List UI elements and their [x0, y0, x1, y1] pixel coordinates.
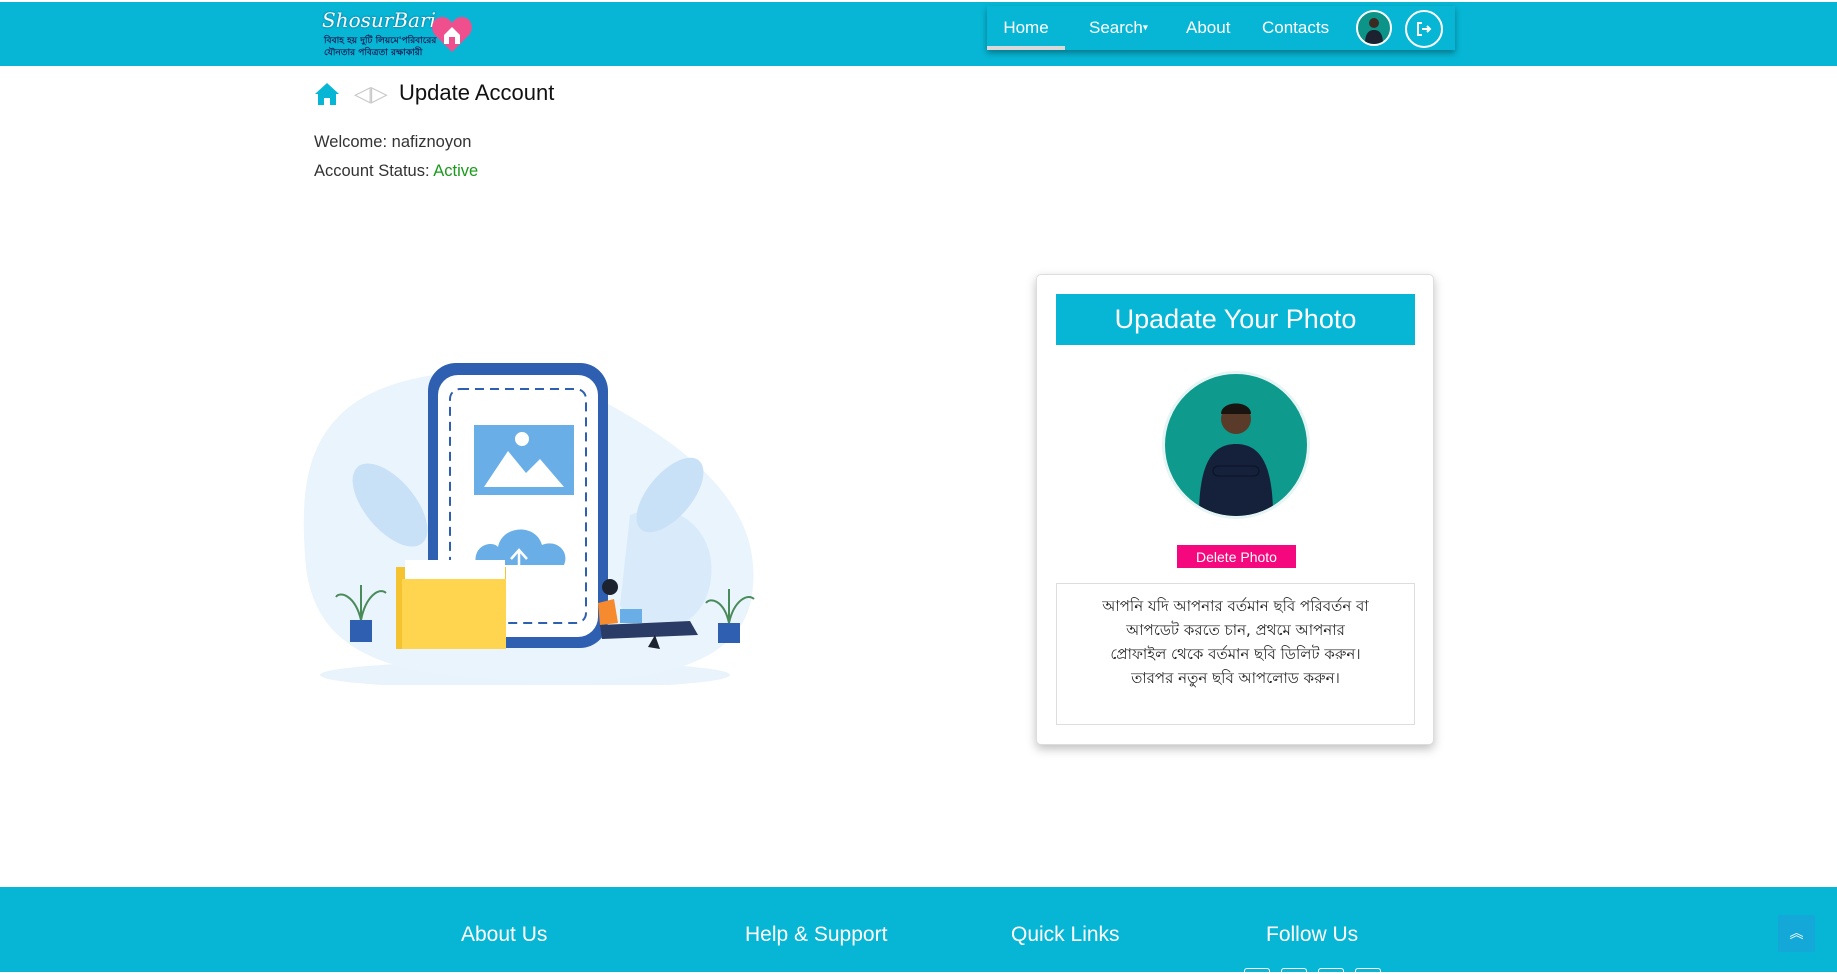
footer-heading-quick-links: Quick Links: [1011, 923, 1120, 946]
nav-search-label: Search: [1089, 18, 1143, 37]
nav-home[interactable]: Home: [987, 6, 1065, 50]
social-icon-2[interactable]: [1281, 968, 1307, 974]
top-navbar: ShosurBari বিবাহ হয় দুটি লিয়মে'পরিবারে…: [0, 2, 1837, 66]
logo-tagline-line2: যৌনতার পবিত্রতা রক্ষাকারী: [324, 48, 423, 58]
social-icon-3[interactable]: [1318, 968, 1344, 974]
footer-heading-about: About Us: [461, 923, 548, 946]
account-status-value: Active: [433, 162, 479, 180]
sign-out-button[interactable]: [1405, 10, 1443, 48]
person-avatar-image: [1365, 18, 1383, 44]
nav-contacts[interactable]: Contacts: [1262, 6, 1329, 50]
footer-heading-help: Help & Support: [745, 923, 888, 946]
footer-heading-follow: Follow Us: [1266, 923, 1359, 946]
account-status-label: Account Status:: [314, 162, 430, 180]
nav-about[interactable]: About: [1186, 6, 1230, 50]
nav-search[interactable]: Search▾: [1089, 6, 1148, 50]
home-icon[interactable]: [314, 82, 340, 106]
card-title: Upadate Your Photo: [1056, 294, 1415, 345]
upload-illustration: [303, 363, 755, 685]
heart-house-icon: [432, 17, 472, 52]
social-icon-1[interactable]: [1244, 968, 1270, 974]
sign-out-icon: [1417, 22, 1432, 36]
profile-photo-image: [1199, 403, 1273, 516]
delete-photo-button[interactable]: Delete Photo: [1177, 545, 1296, 568]
update-photo-card: Upadate Your Photo Delete Photo আপনি যদি…: [1036, 274, 1434, 745]
main-nav: Home Search▾ About Contacts: [987, 6, 1455, 50]
welcome-label: Welcome:: [314, 133, 388, 151]
user-avatar[interactable]: [1356, 10, 1392, 46]
double-chevron-up-icon: ︽: [1789, 925, 1804, 941]
profile-photo: [1162, 371, 1310, 519]
account-status-line: Account Status: Active: [314, 162, 478, 181]
site-logo[interactable]: ShosurBari বিবাহ হয় দুটি লিয়মে'পরিবারে…: [322, 8, 472, 60]
caret-down-icon: ▾: [1142, 22, 1148, 34]
breadcrumb-separator: ◁▷: [354, 81, 388, 106]
username: nafiznoyon: [391, 133, 472, 151]
logo-title: ShosurBari: [322, 8, 436, 32]
social-icon-4[interactable]: [1355, 968, 1381, 974]
footer: About Us Help & Support Quick Links Foll…: [0, 887, 1837, 974]
welcome-line: Welcome: nafiznoyon: [314, 133, 471, 152]
scroll-to-top-button[interactable]: ︽: [1778, 915, 1815, 952]
page-title: Update Account: [399, 80, 555, 105]
photo-instructions: আপনি যদি আপনার বর্তমান ছবি পরিবর্তন বা আ…: [1056, 583, 1415, 725]
